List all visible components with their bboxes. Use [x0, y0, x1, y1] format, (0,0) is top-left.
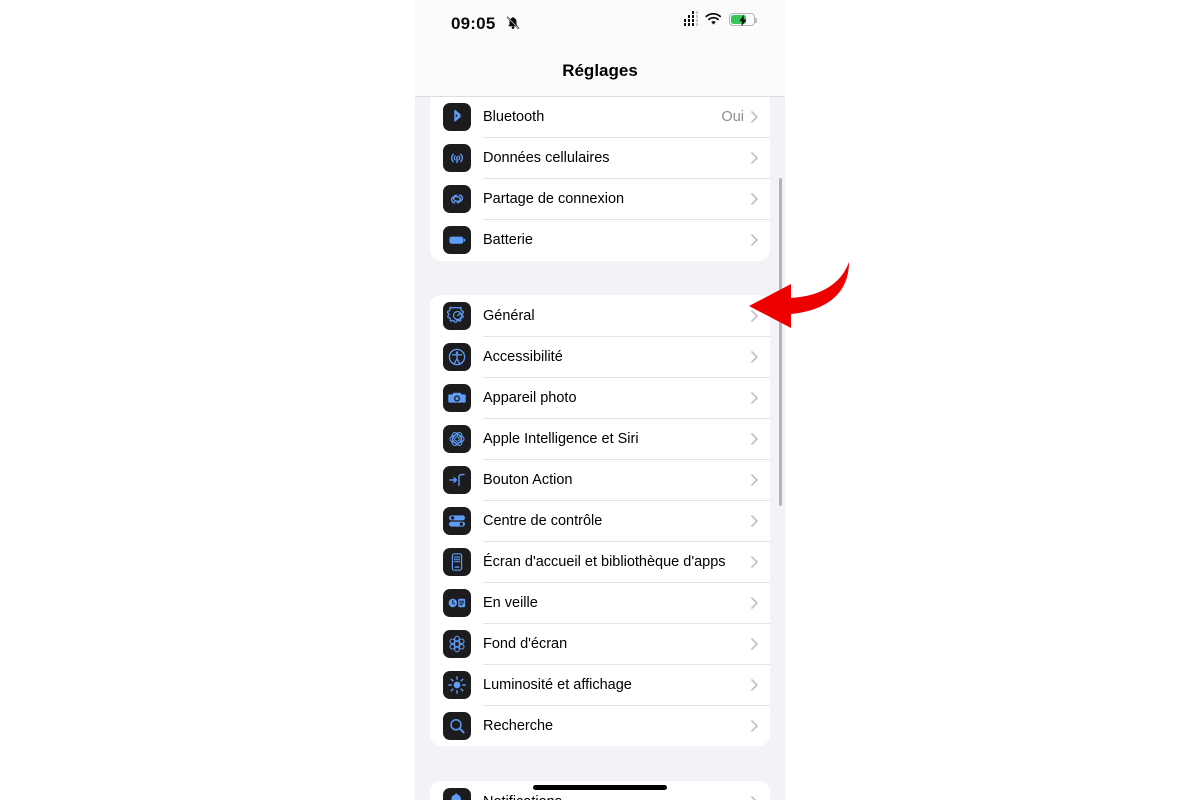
settings-row-label: Appareil photo: [483, 389, 577, 406]
settings-row-standby[interactable]: En veille: [430, 582, 770, 623]
page-title: Réglages: [562, 61, 638, 80]
row-accessory: [744, 719, 770, 732]
row-accessory: [744, 473, 770, 486]
row-accessory: [744, 596, 770, 609]
chevron-right-icon: [751, 432, 758, 445]
settings-row-general[interactable]: Général: [430, 295, 770, 336]
notifications-icon: [443, 787, 471, 800]
row-accessory: Oui: [721, 109, 770, 125]
settings-row-label: Bluetooth: [483, 108, 545, 125]
row-accessory: [744, 678, 770, 691]
chevron-right-icon: [751, 473, 758, 486]
settings-row-label: Recherche: [483, 717, 554, 734]
settings-row-notifications[interactable]: Notifications: [430, 781, 770, 800]
chevron-right-icon: [751, 637, 758, 650]
settings-row-label: Écran d'accueil et bibliothèque d'apps: [483, 553, 726, 570]
settings-row-camera[interactable]: Appareil photo: [430, 377, 770, 418]
vertical-scrollbar[interactable]: [779, 178, 782, 506]
settings-scroll-content[interactable]: Bluetooth Oui Données cellulaires Partag…: [415, 96, 785, 800]
bell-slash-icon: [506, 16, 520, 29]
settings-row-search[interactable]: Recherche: [430, 705, 770, 746]
chevron-right-icon: [751, 151, 758, 164]
chevron-right-icon: [751, 596, 758, 609]
personal-hotspot-icon: [443, 184, 471, 213]
bluetooth-icon: [443, 102, 471, 131]
row-accessory: [744, 192, 770, 205]
chevron-right-icon: [751, 110, 758, 123]
chevron-right-icon: [751, 678, 758, 691]
settings-row-label: Fond d'écran: [483, 635, 568, 652]
wallpaper-icon: [443, 629, 471, 658]
settings-row-brightness-display[interactable]: Luminosité et affichage: [430, 664, 770, 705]
chevron-right-icon: [751, 233, 758, 246]
chevron-right-icon: [751, 192, 758, 205]
home-screen-icon: [443, 547, 471, 576]
chevron-right-icon: [751, 555, 758, 568]
row-accessory: [744, 514, 770, 527]
row-accessory: [744, 151, 770, 164]
settings-row-home-screen[interactable]: Écran d'accueil et bibliothèque d'apps: [430, 541, 770, 582]
chevron-right-icon: [751, 391, 758, 404]
row-accessory: [744, 637, 770, 650]
row-accessory: [744, 391, 770, 404]
settings-row-label: Apple Intelligence et Siri: [483, 430, 639, 447]
settings-row-value: Oui: [721, 108, 744, 125]
camera-icon: [443, 383, 471, 412]
standby-icon: [443, 588, 471, 617]
chevron-right-icon: [751, 514, 758, 527]
battery-charging-icon: [729, 13, 757, 27]
settings-row-label: Données cellulaires: [483, 149, 610, 166]
cellular-antenna-icon: [443, 143, 471, 172]
status-bar: 09:05: [415, 0, 785, 46]
row-accessory: [744, 432, 770, 445]
row-accessory: [744, 555, 770, 568]
row-accessory: [744, 350, 770, 363]
connectivity-group: Bluetooth Oui Données cellulaires Partag…: [430, 96, 770, 261]
settings-row-label: Batterie: [483, 231, 533, 248]
settings-row-apple-intelligence-siri[interactable]: Apple Intelligence et Siri: [430, 418, 770, 459]
settings-row-cellular-data[interactable]: Données cellulaires: [430, 137, 770, 178]
settings-row-label: Bouton Action: [483, 471, 573, 488]
action-button-icon: [443, 465, 471, 494]
row-accessory: [744, 795, 770, 800]
settings-row-battery[interactable]: Batterie: [430, 219, 770, 260]
settings-row-bluetooth[interactable]: Bluetooth Oui: [430, 96, 770, 137]
accessibility-icon: [443, 342, 471, 371]
screenshot-canvas: 09:05 Réglages Bluetooth Oui Données cel…: [0, 0, 1200, 800]
status-indicators: [683, 11, 757, 27]
chevron-right-icon: [751, 350, 758, 363]
settings-row-label: Général: [483, 307, 535, 324]
settings-row-accessibility[interactable]: Accessibilité: [430, 336, 770, 377]
phone-screen: 09:05 Réglages Bluetooth Oui Données cel…: [415, 0, 785, 800]
cellular-dots-icon: [683, 11, 698, 26]
settings-row-label: Accessibilité: [483, 348, 563, 365]
chevron-right-icon: [751, 719, 758, 732]
control-center-icon: [443, 506, 471, 535]
settings-row-control-center[interactable]: Centre de contrôle: [430, 500, 770, 541]
settings-row-label: En veille: [483, 594, 538, 611]
settings-row-label: Partage de connexion: [483, 190, 625, 207]
brightness-icon: [443, 670, 471, 699]
settings-row-label: Notifications: [483, 794, 562, 800]
home-indicator: [533, 785, 667, 790]
siri-icon: [443, 424, 471, 453]
red-curved-arrow-icon: [749, 262, 849, 328]
row-accessory: [744, 233, 770, 246]
status-time: 09:05: [451, 14, 496, 33]
settings-row-label: Luminosité et affichage: [483, 676, 632, 693]
gear-icon: [443, 301, 471, 330]
notifications-group: Notifications: [430, 781, 770, 800]
nav-bar: Réglages: [415, 46, 785, 97]
system-group: Général Accessibilité Appareil photo App…: [430, 295, 770, 746]
settings-row-action-button[interactable]: Bouton Action: [430, 459, 770, 500]
battery-icon: [443, 225, 471, 254]
settings-row-personal-hotspot[interactable]: Partage de connexion: [430, 178, 770, 219]
wifi-icon: [705, 13, 722, 25]
settings-row-wallpaper[interactable]: Fond d'écran: [430, 623, 770, 664]
settings-row-label: Centre de contrôle: [483, 512, 603, 529]
chevron-right-icon: [751, 795, 757, 800]
search-icon: [443, 711, 471, 740]
